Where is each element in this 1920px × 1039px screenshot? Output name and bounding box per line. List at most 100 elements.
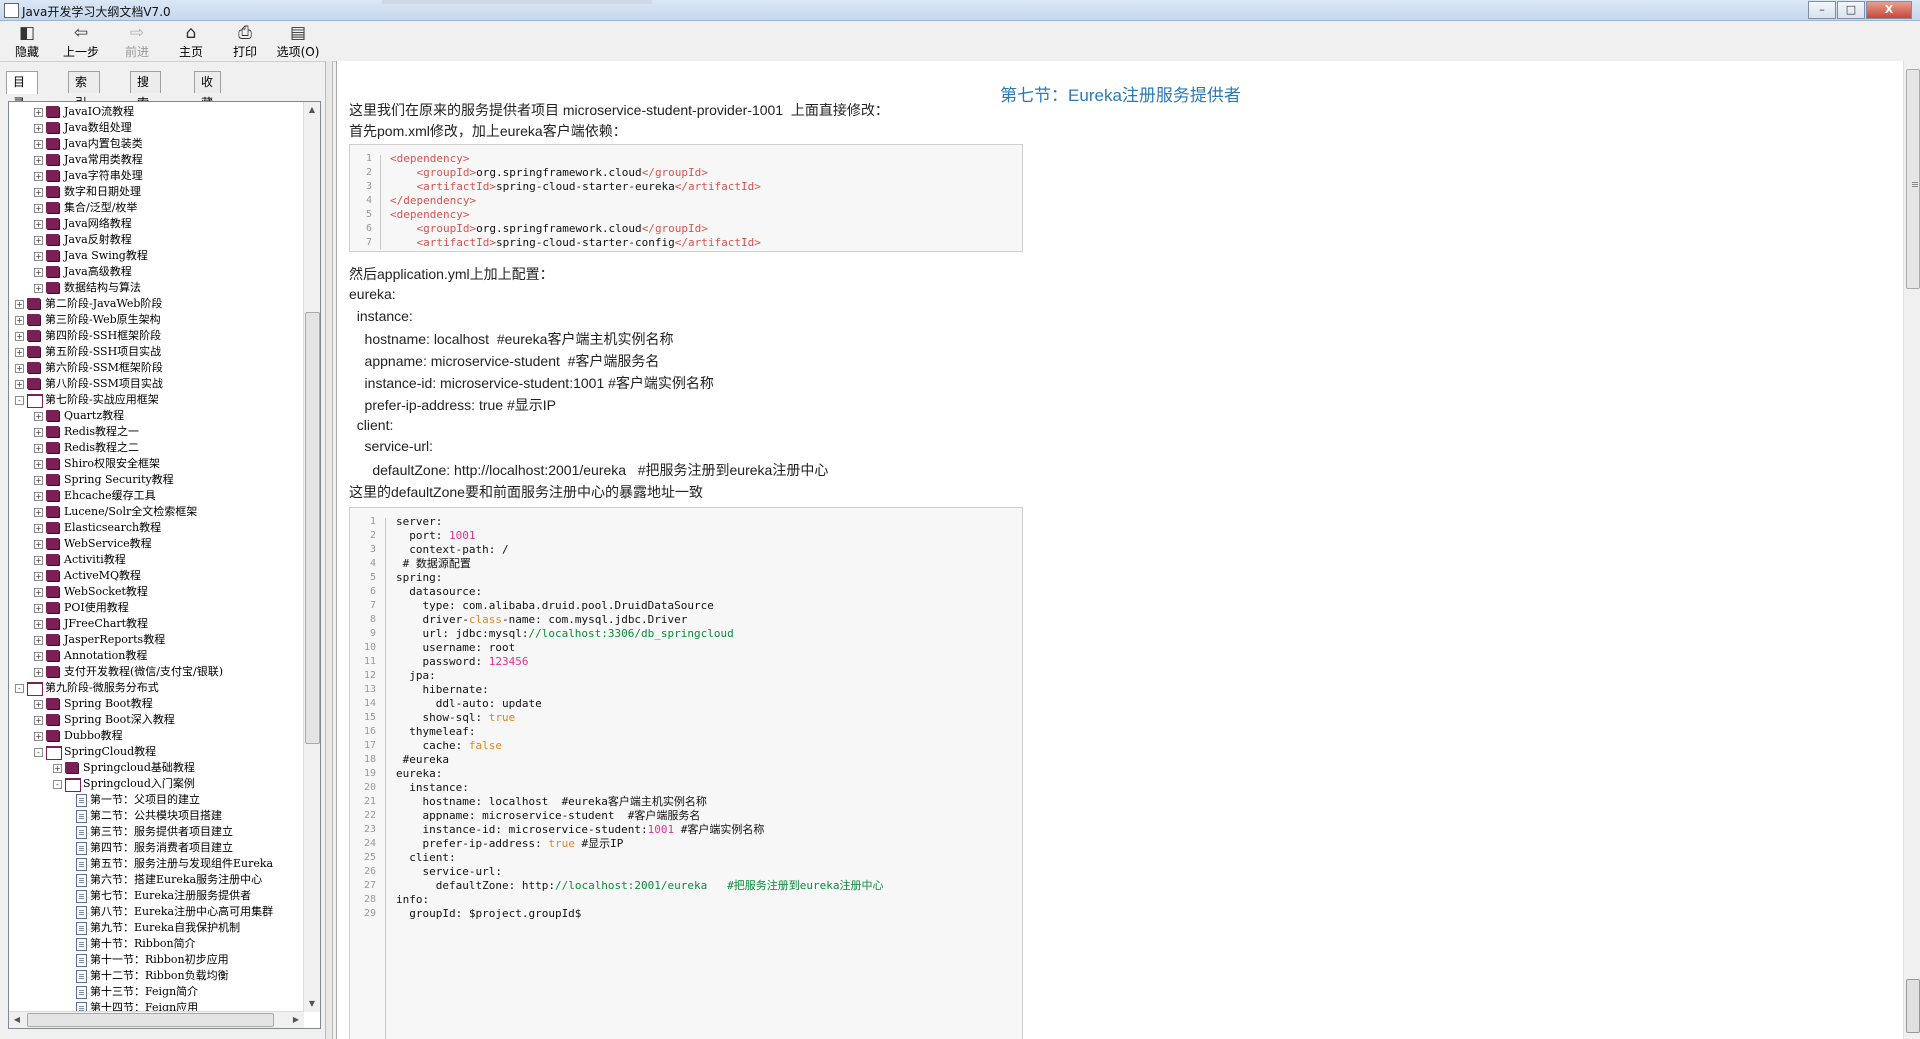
expand-icon[interactable]: + — [34, 700, 43, 709]
tab-2[interactable]: 搜索(S) — [130, 71, 161, 131]
code-token: dependency — [396, 208, 463, 221]
tab-1[interactable]: 索引(N) — [68, 71, 101, 131]
toc-hscroll-thumb[interactable] — [27, 1013, 274, 1027]
hide-icon: ◧ — [18, 23, 36, 43]
tree-item-label: Shiro权限安全框架 — [64, 457, 161, 470]
expand-icon[interactable]: + — [34, 172, 43, 181]
tree-item-label: 第七节：Eureka注册服务提供者 — [90, 889, 252, 902]
tree-item-label: 第十一节：Ribbon初步应用 — [90, 953, 229, 966]
tab-3[interactable]: 收藏夹(I) — [194, 71, 221, 152]
expand-icon[interactable]: + — [34, 604, 43, 613]
expand-icon[interactable]: + — [34, 236, 43, 245]
page-icon — [76, 922, 87, 935]
expand-icon[interactable]: + — [53, 764, 62, 773]
tree-item-label: Java字符串处理 — [64, 169, 143, 182]
toolbar-button-1[interactable]: ⇦ 上一步 — [56, 23, 106, 60]
expand-icon[interactable]: + — [34, 460, 43, 469]
expand-icon[interactable]: + — [34, 572, 43, 581]
tree-item-label: Java常用类教程 — [64, 153, 143, 166]
close-button[interactable]: X — [1866, 1, 1912, 19]
expand-icon[interactable]: + — [15, 348, 24, 357]
expand-icon[interactable]: + — [34, 540, 43, 549]
expand-icon[interactable]: + — [34, 476, 43, 485]
open-book-icon — [27, 394, 43, 408]
expand-icon[interactable]: + — [34, 428, 43, 437]
expand-icon[interactable]: + — [15, 332, 24, 341]
code-token: #客户端实例名称 — [674, 823, 765, 836]
expand-icon[interactable]: + — [34, 108, 43, 117]
code-token: </ — [674, 180, 689, 193]
maximize-button[interactable]: □ — [1837, 1, 1865, 19]
scroll-down-icon[interactable]: ▼ — [304, 996, 320, 1012]
minimize-button[interactable]: – — [1808, 1, 1836, 19]
tree-item-label: 支付开发教程(微信/支付宝/银联) — [64, 665, 223, 678]
tree-item-label: WebService教程 — [64, 537, 152, 550]
expand-icon[interactable]: + — [34, 508, 43, 517]
line-number: 1 — [365, 153, 372, 164]
expand-icon[interactable]: + — [34, 284, 43, 293]
toc-tree[interactable]: + JavaIO流教程 + Java数组处理 + Java内置包装类 + Java常用类教程 +… — [9, 102, 304, 1012]
expand-icon[interactable]: + — [34, 268, 43, 277]
expand-icon[interactable]: + — [34, 156, 43, 165]
expand-icon[interactable]: + — [34, 636, 43, 645]
tree-item-label: 第四阶段-SSH框架阶段 — [45, 329, 162, 342]
toolbar-button-5[interactable]: ▤ 选项(O) — [273, 23, 323, 60]
title-bar-gap — [382, 0, 652, 4]
collapse-icon[interactable]: - — [34, 748, 43, 757]
expand-icon[interactable]: + — [34, 188, 43, 197]
content-vertical-scrollbar[interactable] — [1903, 61, 1920, 1039]
code-token: artifactId — [423, 180, 490, 193]
code-token: < — [390, 208, 397, 221]
expand-icon[interactable]: + — [34, 652, 43, 661]
book-icon — [46, 714, 59, 725]
expand-icon[interactable]: + — [15, 300, 24, 309]
tab-0[interactable]: 目录(C) — [6, 71, 38, 131]
code-token: dependency — [403, 250, 469, 251]
book-icon — [46, 586, 59, 597]
expand-icon[interactable]: + — [15, 316, 24, 325]
code-token: > — [754, 236, 761, 249]
tree-item-label: 集合/泛型/枚举 — [64, 201, 138, 214]
toolbar-button-4[interactable]: ⎙ 打印 — [220, 23, 270, 60]
code-token: defaultZone: http: — [396, 879, 555, 892]
toolbar-button-3[interactable]: ⌂ 主页 — [166, 23, 216, 60]
toolbar-button-label: 主页 — [178, 45, 203, 59]
expand-icon[interactable]: + — [15, 364, 24, 373]
pane-splitter[interactable] — [325, 61, 333, 1039]
content-scroll-thumb-secondary[interactable] — [1906, 979, 1920, 1033]
expand-icon[interactable]: + — [34, 444, 43, 453]
expand-icon[interactable]: + — [34, 204, 43, 213]
scroll-up-icon[interactable]: ▲ — [304, 102, 320, 118]
scroll-left-icon[interactable]: ◀ — [9, 1012, 25, 1028]
expand-icon[interactable]: + — [34, 492, 43, 501]
code-line: </dependency> — [390, 250, 476, 251]
toc-scroll-thumb[interactable] — [305, 312, 320, 744]
toc-vertical-scrollbar[interactable]: ▲ ▼ — [303, 102, 320, 1012]
expand-icon[interactable]: + — [34, 732, 43, 741]
expand-icon[interactable]: + — [34, 124, 43, 133]
book-icon — [46, 250, 59, 261]
toc-horizontal-scrollbar[interactable]: ◀ ▶ — [9, 1011, 304, 1028]
code-token: groupId — [423, 222, 470, 235]
expand-icon[interactable]: + — [34, 252, 43, 261]
expand-icon[interactable]: + — [34, 412, 43, 421]
expand-icon[interactable]: + — [34, 524, 43, 533]
toolbar-button-0[interactable]: ◧ 隐藏 — [2, 23, 52, 60]
expand-icon[interactable]: + — [34, 668, 43, 677]
expand-icon[interactable]: + — [34, 556, 43, 565]
app-icon — [4, 3, 19, 18]
collapse-icon[interactable]: - — [53, 780, 62, 789]
expand-icon[interactable]: + — [34, 140, 43, 149]
expand-icon[interactable]: + — [34, 220, 43, 229]
expand-icon[interactable]: + — [34, 716, 43, 725]
expand-icon[interactable]: + — [15, 380, 24, 389]
toolbar-button-2[interactable]: ⇨ 前进 — [112, 23, 162, 60]
expand-icon[interactable]: + — [34, 588, 43, 597]
scroll-right-icon[interactable]: ▶ — [288, 1012, 304, 1028]
collapse-icon[interactable]: - — [15, 684, 24, 693]
code-token: ddl-auto: update — [396, 697, 542, 710]
code-token: 1001 — [647, 823, 675, 836]
expand-icon[interactable]: + — [34, 620, 43, 629]
content-scroll-thumb[interactable] — [1906, 69, 1920, 289]
collapse-icon[interactable]: - — [15, 396, 24, 405]
